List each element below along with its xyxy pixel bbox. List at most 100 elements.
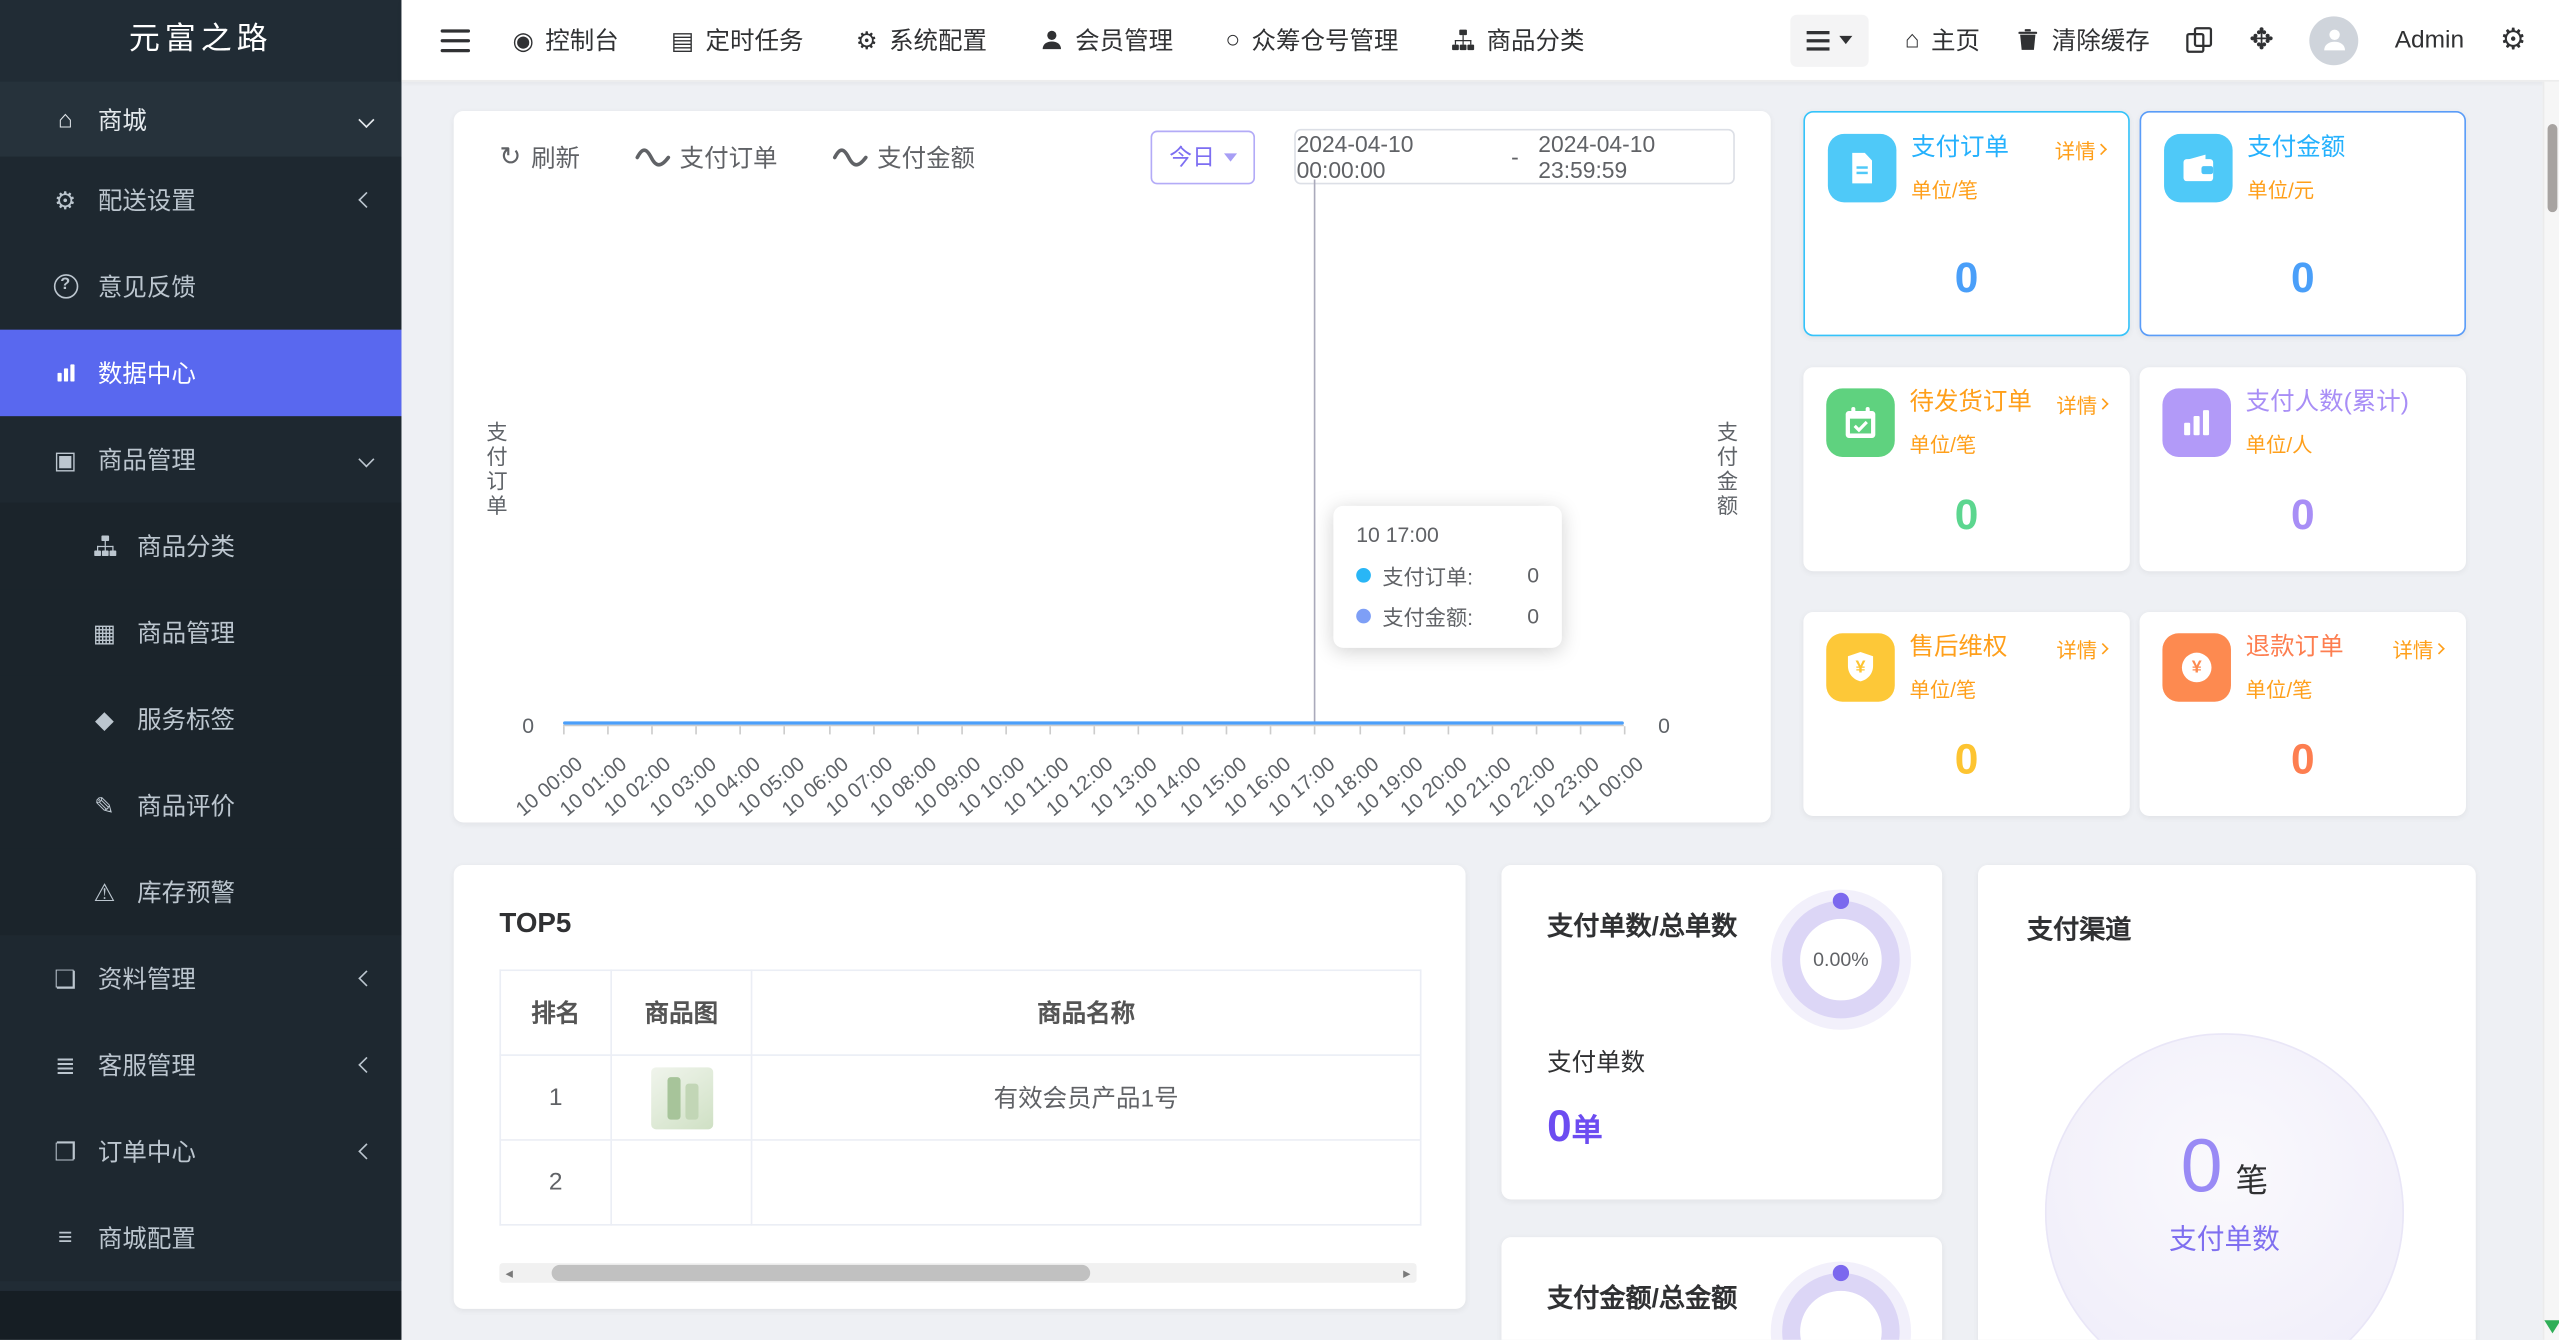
stat-card-after-sales[interactable]: ¥ 售后维权 详情 单位/笔 0 <box>1803 612 2130 817</box>
fullscreen-icon[interactable]: ✥ <box>2249 23 2274 57</box>
stat-value: 0 <box>1954 252 1979 302</box>
list-icon: ≣ <box>55 1051 76 1080</box>
detail-link[interactable]: 详情 <box>2056 388 2109 419</box>
detail-link[interactable]: 详情 <box>2055 134 2107 165</box>
pay-count-value: 0单 <box>1547 1102 1896 1153</box>
sidebar-item-product-management[interactable]: ▣ 商品管理 <box>0 416 401 502</box>
y-axis-left-min: 0 <box>522 713 535 738</box>
legend-item-pay-amount[interactable]: 支付金额 <box>833 140 975 174</box>
username[interactable]: Admin <box>2395 26 2464 54</box>
scroll-right-arrow-icon[interactable]: ▸ <box>1397 1263 1417 1283</box>
menu-lines-icon <box>1806 25 1830 54</box>
sidebar-item-label: 服务标签 <box>137 706 236 735</box>
legend-item-pay-orders[interactable]: 支付订单 <box>636 140 778 174</box>
stat-card-refund-orders[interactable]: ¥ 退款订单 详情 单位/笔 0 <box>2139 612 2466 817</box>
date-separator: - <box>1511 143 1519 170</box>
pay-count-number: 0 <box>1547 1101 1572 1151</box>
top5-card: TOP5 排名 商品图 商品名称 1 有效会员产品1号 2 ◂ ▸ <box>453 864 1466 1309</box>
sidebar-item-order-center[interactable]: ❐ 订单中心 <box>0 1108 401 1194</box>
sidebar-toggle-button[interactable] <box>440 22 471 58</box>
chevron-right-icon <box>2433 642 2445 655</box>
settings-gear-icon[interactable]: ⚙ <box>2500 23 2526 57</box>
scroll-left-arrow-icon[interactable]: ◂ <box>499 1263 519 1283</box>
bar-chart-icon <box>46 361 85 385</box>
translate-icon[interactable] <box>2186 26 2214 54</box>
sidebar-item-label: 数据中心 <box>97 360 196 389</box>
sidebar-item-product-reviews[interactable]: ✎ 商品评价 <box>0 762 402 849</box>
sidebar-item-service-tags[interactable]: ◆ 服务标签 <box>0 675 402 763</box>
nav-item-console[interactable]: ◉ 控制台 <box>512 23 618 57</box>
stat-unit: 单位/笔 <box>1911 179 1978 203</box>
chevron-left-icon <box>358 970 375 987</box>
sidebar-item-label: 库存预警 <box>137 879 236 908</box>
nav-item-crowdfunding[interactable]: ○ 众筹仓号管理 <box>1225 23 1398 57</box>
scroll-down-indicator-icon[interactable] <box>2543 1320 2559 1334</box>
nav-item-scheduled-tasks[interactable]: ▤ 定时任务 <box>671 23 804 57</box>
date-start: 2024-04-10 00:00:00 <box>1296 130 1414 183</box>
cogs-icon: ⚙ <box>54 186 77 215</box>
date-end: 2024-04-10 23:59:59 <box>1538 130 1656 183</box>
sidebar-item-data-management[interactable]: ❏ 资料管理 <box>0 935 401 1021</box>
horizontal-scrollbar[interactable]: ◂ ▸ <box>499 1263 1417 1283</box>
sidebar-item-feedback[interactable]: ? 意见反馈 <box>0 243 401 329</box>
nav-item-label: 定时任务 <box>705 27 804 56</box>
refresh-label: 刷新 <box>531 144 581 173</box>
nav-item-member-management[interactable]: 会员管理 <box>1039 23 1173 57</box>
sidebar-item-delivery-settings[interactable]: ⚙ 配送设置 <box>0 157 401 243</box>
vertical-scrollbar[interactable] <box>2542 81 2559 1340</box>
pay-channel-title: 支付渠道 <box>2026 917 2132 945</box>
trash-icon <box>2016 28 2040 52</box>
stat-card-payers-total[interactable]: 支付人数(累计) 单位/人 0 <box>2139 367 2466 572</box>
menu-dropdown-button[interactable] <box>1790 13 1869 67</box>
stat-value: 0 <box>1954 734 1979 784</box>
pay-channel-card: 支付渠道 0 笔 支付单数 <box>1978 864 2476 1340</box>
home-label: 主页 <box>1931 27 1980 56</box>
clear-cache-button[interactable]: 清除缓存 <box>2016 23 2150 57</box>
refresh-button[interactable]: ↻ 刷新 <box>499 140 580 174</box>
vertical-scrollbar-thumb[interactable] <box>2547 124 2558 213</box>
home-button[interactable]: ⌂ 主页 <box>1905 23 1980 57</box>
document-icon: ❐ <box>54 1138 77 1167</box>
detail-link[interactable]: 详情 <box>2393 633 2445 664</box>
calendar-check-icon <box>1826 388 1895 457</box>
pen-icon: ✎ <box>94 792 115 821</box>
warning-icon: ⚠ <box>93 878 116 907</box>
chevron-right-icon <box>2097 642 2109 655</box>
cell-image <box>610 1139 753 1226</box>
sidebar-item-customer-service[interactable]: ≣ 客服管理 <box>0 1022 401 1108</box>
sidebar-item-data-center[interactable]: 数据中心 <box>0 329 402 417</box>
stat-card-pay-orders[interactable]: 支付订单 详情 单位/笔 0 <box>1803 110 2130 337</box>
sidebar-item-label: 订单中心 <box>97 1139 196 1167</box>
avatar[interactable] <box>2309 15 2359 65</box>
crosshair-line <box>1313 179 1316 725</box>
nav-item-product-category[interactable]: 商品分类 <box>1451 23 1585 57</box>
sidebar-item-mall[interactable]: ⌂ 商城 <box>0 81 402 157</box>
sidebar-item-label: 商品管理 <box>97 447 196 475</box>
clear-cache-label: 清除缓存 <box>2051 27 2150 56</box>
sitemap-icon <box>85 534 124 558</box>
date-range-input[interactable]: 2024-04-10 00:00:00 - 2024-04-10 23:59:5… <box>1294 128 1735 185</box>
y-axis-right-min: 0 <box>1658 713 1670 738</box>
sidebar-item-product-management-sub[interactable]: ▦ 商品管理 <box>0 589 402 676</box>
series-line <box>563 720 1624 724</box>
home-icon: ⌂ <box>57 105 73 134</box>
nav-item-label: 会员管理 <box>1075 27 1174 56</box>
stat-card-pending-shipment[interactable]: 待发货订单 详情 单位/笔 0 <box>1803 367 2130 572</box>
sidebar-item-product-category[interactable]: 商品分类 <box>0 502 402 590</box>
sidebar-item-label: 商城 <box>97 106 147 135</box>
range-select-button[interactable]: 今日 <box>1151 129 1256 184</box>
stat-card-pay-amount[interactable]: 支付金额 单位/元 0 <box>2139 110 2466 337</box>
horizontal-scrollbar-thumb[interactable] <box>551 1264 1091 1282</box>
sliders-icon: ≡ <box>58 1224 73 1252</box>
legend-label: 支付金额 <box>877 144 976 173</box>
cell-name <box>750 1139 1422 1226</box>
sidebar-item-mall-config[interactable]: ≡ 商城配置 <box>0 1195 401 1281</box>
payment-chart-card: ↻ 刷新 支付订单 支付金额 今日 2024-04-10 00:00:00 - … <box>453 110 1771 823</box>
detail-link[interactable]: 详情 <box>2056 633 2109 664</box>
tasks-icon: ▤ <box>670 26 695 55</box>
stat-unit: 单位/元 <box>2247 179 2315 202</box>
chevron-right-icon <box>2097 398 2109 410</box>
chart-tooltip: 10 17:00 支付订单: 0 支付金额: 0 <box>1333 505 1562 648</box>
nav-item-system-config[interactable]: ⚙ 系统配置 <box>856 23 987 57</box>
sidebar-item-stock-alert[interactable]: ⚠ 库存预警 <box>0 848 402 936</box>
